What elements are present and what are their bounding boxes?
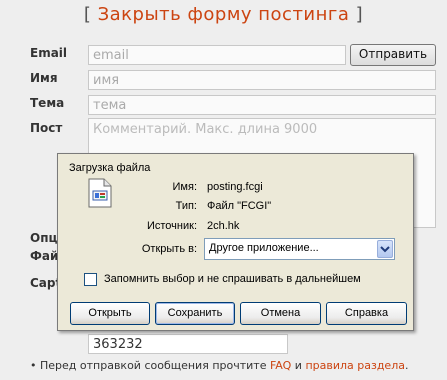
board-rules-link[interactable]: правила раздела [305, 359, 405, 372]
help-button[interactable]: Справка [326, 302, 407, 325]
file-type-value: Файл "FCGI" [207, 200, 272, 212]
rules-notice: • Перед отправкой сообщения прочтите FAQ… [30, 359, 408, 372]
email-input[interactable]: email [88, 45, 346, 65]
subject-input[interactable]: тема [88, 95, 436, 115]
rules-dot: . [404, 359, 409, 372]
file-download-dialog: Загрузка файла Имя: posting.fcgi Тип: Фа… [57, 153, 414, 331]
open-in-selected-value: Другое приложение... [209, 242, 319, 254]
cancel-button[interactable]: Отмена [240, 302, 321, 325]
file-type-label: Тип: [175, 200, 197, 212]
subject-label: Тема [30, 96, 65, 110]
post-label: Пост [30, 121, 63, 135]
remember-choice-label[interactable]: Запомнить выбор и не спрашивать в дальне… [104, 273, 361, 285]
name-label: Имя [30, 71, 58, 85]
faq-link[interactable]: FAQ [270, 359, 291, 372]
file-name-label: Имя: [172, 181, 197, 193]
rules-text: Перед отправкой сообщения прочтите [40, 359, 267, 372]
open-in-label: Открыть в: [141, 243, 197, 255]
dialog-title: Загрузка файла [69, 162, 151, 174]
rules-and: и [294, 359, 302, 372]
name-input[interactable]: имя [88, 70, 436, 90]
form-header: [ Закрыть форму постинга ] [0, 4, 447, 25]
open-button[interactable]: Открыть [70, 302, 150, 325]
file-source-value: 2ch.hk [207, 220, 240, 232]
header-bracket-open: [ [83, 4, 92, 25]
rules-bullet: • [30, 359, 37, 372]
file-label: Фай [30, 249, 59, 263]
file-name-value: posting.fcgi [207, 181, 263, 193]
save-button[interactable]: Сохранить [155, 302, 235, 325]
file-icon [88, 178, 112, 208]
open-in-select[interactable]: Другое приложение... [204, 238, 395, 260]
submit-button[interactable]: Отправить [350, 44, 436, 66]
captcha-input[interactable]: 363232 [88, 334, 288, 354]
file-source-label: Источник: [146, 220, 197, 232]
header-bracket-close: ] [355, 4, 364, 25]
chevron-down-icon[interactable] [377, 240, 393, 258]
email-label: Email [30, 46, 68, 60]
close-form-link[interactable]: Закрыть форму постинга [98, 4, 350, 25]
remember-choice-checkbox[interactable] [84, 273, 97, 286]
